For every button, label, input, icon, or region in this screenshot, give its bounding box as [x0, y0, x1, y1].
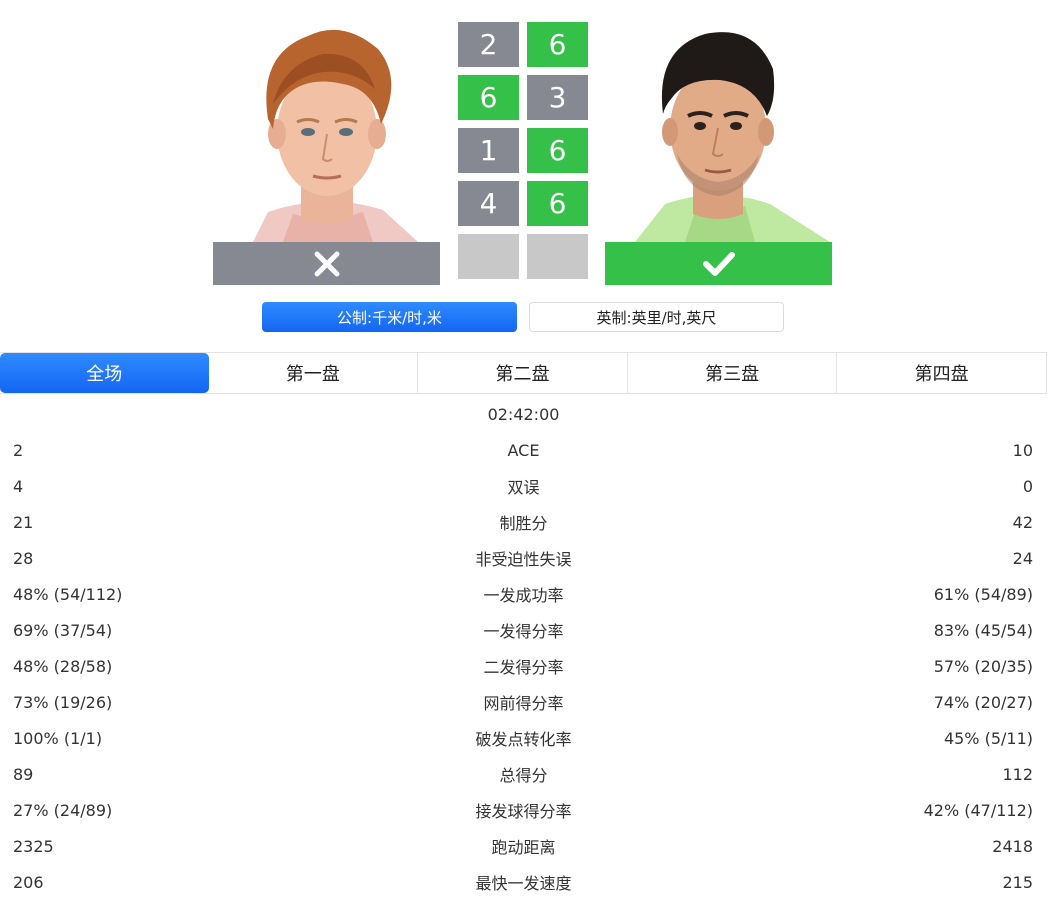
stat-row: 2325 跑动距离 2418 [0, 828, 1047, 864]
stat-row: 4 双误 0 [0, 468, 1047, 504]
stat-right-value: 215 [1002, 872, 1033, 892]
stat-left-value: 4 [13, 476, 24, 496]
stat-label: 制胜分 [499, 514, 548, 533]
stat-left-value: 28 [13, 548, 34, 568]
stat-row: 206 最快一发速度 215 [0, 864, 1047, 898]
set-score-left: 4 [458, 181, 519, 226]
stat-label: 一发成功率 [483, 586, 564, 605]
stat-row: 100% (1/1) 破发点转化率 45% (5/11) [0, 720, 1047, 756]
stat-label: 二发得分率 [483, 658, 564, 677]
set-tabs: 全场 第一盘 第二盘 第三盘 第四盘 [0, 352, 1047, 394]
set-score-right: 3 [527, 75, 588, 120]
stat-right-value: 24 [1012, 548, 1033, 568]
stat-row: 27% (24/89) 接发球得分率 42% (47/112) [0, 792, 1047, 828]
set-score-left: 6 [458, 75, 519, 120]
tab-full-match[interactable]: 全场 [0, 353, 209, 393]
stat-left-value: 89 [13, 764, 34, 784]
player-right-result [605, 242, 832, 285]
stat-right-value: 83% (45/54) [933, 620, 1033, 640]
stat-left-value: 100% (1/1) [13, 728, 103, 748]
tab-set-4[interactable]: 第四盘 [837, 353, 1047, 393]
stat-row: 48% (28/58) 二发得分率 57% (20/35) [0, 648, 1047, 684]
stat-label: 一发得分率 [483, 622, 564, 641]
stat-right-value: 74% (20/27) [933, 692, 1033, 712]
set-score-row: 26 [458, 22, 588, 67]
player-right-photo [605, 14, 832, 242]
player-right [605, 14, 832, 285]
stat-left-value: 48% (28/58) [13, 656, 113, 676]
set-score-row: 63 [458, 75, 588, 120]
stat-right-value: 61% (54/89) [933, 584, 1033, 604]
imperial-units-button[interactable]: 英制:英里/时,英尺 [529, 302, 784, 332]
tab-set-2[interactable]: 第二盘 [418, 353, 628, 393]
stat-left-value: 27% (24/89) [13, 800, 113, 820]
stat-right-value: 112 [1002, 764, 1033, 784]
stat-row: 21 制胜分 42 [0, 504, 1047, 540]
set-score-right: 6 [527, 181, 588, 226]
stat-label: ACE [507, 440, 540, 460]
stat-left-value: 21 [13, 512, 34, 532]
stat-right-value: 10 [1012, 440, 1033, 460]
stat-right-value: 42% (47/112) [923, 800, 1033, 820]
stat-label: 接发球得分率 [475, 802, 572, 821]
set-score-row: 16 [458, 128, 588, 173]
tab-set-1[interactable]: 第一盘 [209, 353, 419, 393]
player-left-result [213, 242, 440, 285]
stat-left-value: 48% (54/112) [13, 584, 123, 604]
stat-left-value: 73% (19/26) [13, 692, 113, 712]
stat-label: 网前得分率 [483, 694, 564, 713]
set-scores: 26631646 [458, 22, 588, 287]
metric-units-button[interactable]: 公制:千米/时,米 [262, 302, 517, 332]
unit-toggle: 公制:千米/时,米 英制:英里/时,英尺 [262, 302, 784, 332]
stat-right-value: 0 [1022, 476, 1033, 496]
stat-label: 非受迫性失误 [475, 550, 572, 569]
stat-left-value: 2 [13, 440, 24, 460]
set-score-left: 1 [458, 128, 519, 173]
match-header: 26631646 [0, 0, 1050, 300]
stat-row: 73% (19/26) 网前得分率 74% (20/27) [0, 684, 1047, 720]
tab-set-3[interactable]: 第三盘 [628, 353, 838, 393]
stat-row: 48% (54/112) 一发成功率 61% (54/89) [0, 576, 1047, 612]
stat-label: 最快一发速度 [475, 874, 572, 893]
stat-left-value: 206 [13, 872, 44, 892]
set-score-left [458, 234, 519, 279]
player-left-photo [213, 14, 440, 242]
stat-row: 2 ACE 10 [0, 432, 1047, 468]
match-duration: 02:42:00 [487, 404, 560, 424]
stat-row: 69% (37/54) 一发得分率 83% (45/54) [0, 612, 1047, 648]
stat-right-value: 57% (20/35) [933, 656, 1033, 676]
close-icon [314, 251, 339, 276]
stat-left-value: 2325 [13, 836, 54, 856]
check-icon [702, 251, 735, 276]
stat-row: 28 非受迫性失误 24 [0, 540, 1047, 576]
set-score-row: 46 [458, 181, 588, 226]
player-left [213, 14, 440, 285]
set-score-right: 6 [527, 22, 588, 67]
stat-right-value: 42 [1012, 512, 1033, 532]
set-score-right [527, 234, 588, 279]
stats-table: 02:42:00 2 ACE 10 4 双误 0 21 制胜分 42 28 非受迫性失误 24 48% … [0, 396, 1047, 898]
set-score-left: 2 [458, 22, 519, 67]
stat-label: 破发点转化率 [475, 730, 572, 749]
stat-label: 跑动距离 [491, 838, 556, 857]
set-score-row [458, 234, 588, 279]
stat-right-value: 2418 [992, 836, 1033, 856]
set-score-right: 6 [527, 128, 588, 173]
stat-right-value: 45% (5/11) [943, 728, 1033, 748]
stat-label: 双误 [507, 478, 540, 497]
stat-label: 总得分 [499, 766, 548, 785]
stat-left-value: 69% (37/54) [13, 620, 113, 640]
stat-row: 89 总得分 112 [0, 756, 1047, 792]
